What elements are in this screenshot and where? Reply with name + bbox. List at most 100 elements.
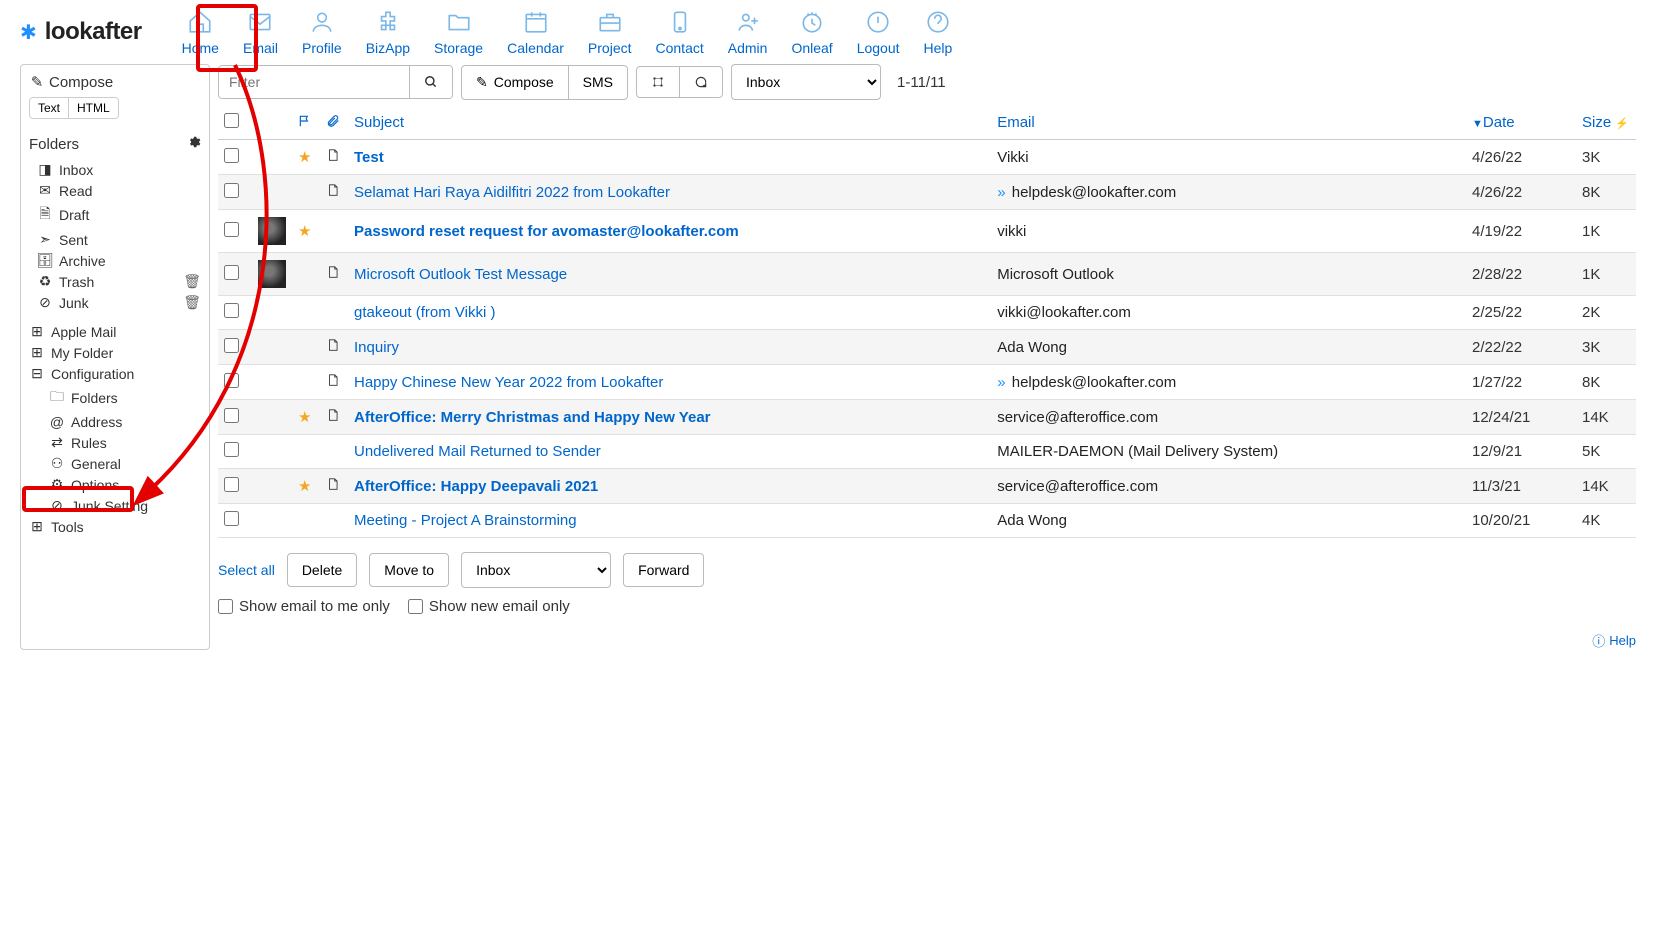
- star-icon[interactable]: ★: [298, 409, 311, 426]
- tree-tools[interactable]: ⊞Tools: [29, 516, 201, 537]
- tree-address[interactable]: @Address: [29, 412, 201, 432]
- table-row[interactable]: Meeting - Project A Brainstorming Ada Wo…: [218, 504, 1636, 538]
- compose-link[interactable]: ✎ Compose: [29, 73, 201, 91]
- row-checkbox[interactable]: [224, 222, 239, 237]
- nav-profile[interactable]: Profile: [302, 8, 342, 56]
- table-row[interactable]: ★ Password reset request for avomaster@l…: [218, 210, 1636, 253]
- star-icon[interactable]: ★: [298, 478, 311, 495]
- tree-my-folder[interactable]: ⊞My Folder: [29, 342, 201, 363]
- folder-select[interactable]: Inbox: [731, 64, 881, 100]
- document-icon: [326, 410, 340, 427]
- folder-read[interactable]: ✉Read: [29, 180, 201, 201]
- table-row[interactable]: ★ AfterOffice: Happy Deepavali 2021 serv…: [218, 469, 1636, 504]
- move-to-select[interactable]: Inbox: [461, 552, 611, 588]
- compose-button[interactable]: ✎ Compose: [461, 65, 569, 100]
- sms-button[interactable]: SMS: [569, 65, 628, 100]
- row-checkbox[interactable]: [224, 148, 239, 163]
- show-email-to-me-toggle[interactable]: Show email to me only: [218, 598, 390, 615]
- col-email[interactable]: Email: [991, 106, 1466, 140]
- star-icon[interactable]: ★: [298, 223, 311, 240]
- settings-button[interactable]: [636, 66, 680, 98]
- tree-configuration[interactable]: ⊟Configuration: [29, 363, 201, 384]
- message-subject[interactable]: gtakeout (from Vikki ): [354, 304, 495, 321]
- table-row[interactable]: Happy Chinese New Year 2022 from Lookaft…: [218, 365, 1636, 400]
- tree-general[interactable]: ⚇General: [29, 453, 201, 474]
- forward-button[interactable]: Forward: [623, 553, 704, 587]
- tree-folders[interactable]: 🗀Folders: [29, 384, 201, 412]
- trash-icon[interactable]: 🗑: [183, 294, 201, 311]
- nav-email[interactable]: Email: [243, 8, 278, 56]
- message-subject[interactable]: AfterOffice: Happy Deepavali 2021: [354, 478, 598, 495]
- folder-trash[interactable]: ♻Trash🗑: [29, 271, 201, 292]
- message-subject[interactable]: Meeting - Project A Brainstorming: [354, 512, 577, 529]
- nav-help[interactable]: Help: [924, 8, 953, 56]
- row-checkbox[interactable]: [224, 511, 239, 526]
- filter-input[interactable]: [219, 66, 409, 98]
- star-icon[interactable]: ★: [298, 149, 311, 166]
- message-subject[interactable]: Password reset request for avomaster@loo…: [354, 223, 739, 240]
- folder-draft[interactable]: 🗎Draft: [29, 201, 201, 229]
- message-date: 12/24/21: [1466, 400, 1576, 435]
- folder-junk[interactable]: ⊘Junk🗑: [29, 292, 201, 313]
- briefcase-icon: [596, 8, 624, 36]
- message-subject[interactable]: Inquiry: [354, 339, 399, 356]
- nav-home[interactable]: Home: [182, 8, 219, 56]
- table-row[interactable]: Microsoft Outlook Test Message Microsoft…: [218, 253, 1636, 296]
- nav-calendar[interactable]: Calendar: [507, 8, 564, 56]
- nav-logout[interactable]: Logout: [857, 8, 900, 56]
- table-row[interactable]: Selamat Hari Raya Aidilfitri 2022 from L…: [218, 175, 1636, 210]
- table-row[interactable]: Inquiry Ada Wong 2/22/22 3K: [218, 330, 1636, 365]
- delete-button[interactable]: Delete: [287, 553, 357, 587]
- message-subject[interactable]: Happy Chinese New Year 2022 from Lookaft…: [354, 374, 663, 391]
- nav-admin[interactable]: Admin: [728, 8, 768, 56]
- tree-junk-setting[interactable]: ⊘Junk Setting: [29, 495, 201, 516]
- col-subject[interactable]: Subject: [348, 106, 991, 140]
- row-checkbox[interactable]: [224, 373, 239, 388]
- compose-text-button[interactable]: Text: [30, 98, 68, 118]
- message-subject[interactable]: AfterOffice: Merry Christmas and Happy N…: [354, 409, 711, 426]
- table-row[interactable]: gtakeout (from Vikki ) vikki@lookafter.c…: [218, 296, 1636, 330]
- compose-html-button[interactable]: HTML: [68, 98, 118, 118]
- col-date[interactable]: ▼Date: [1466, 106, 1576, 140]
- folder-inbox[interactable]: ◨Inbox: [29, 159, 201, 180]
- folder-sent[interactable]: ➣Sent: [29, 229, 201, 250]
- nav-project[interactable]: Project: [588, 8, 632, 56]
- move-to-button[interactable]: Move to: [369, 553, 449, 587]
- row-checkbox[interactable]: [224, 477, 239, 492]
- folders-gear-icon[interactable]: [187, 135, 201, 153]
- refresh-button[interactable]: [680, 66, 723, 98]
- row-checkbox[interactable]: [224, 408, 239, 423]
- col-size[interactable]: Size ⚡: [1576, 106, 1636, 140]
- table-row[interactable]: ★ Test Vikki 4/26/22 3K: [218, 140, 1636, 175]
- message-subject[interactable]: Selamat Hari Raya Aidilfitri 2022 from L…: [354, 184, 670, 201]
- message-size: 1K: [1576, 210, 1636, 253]
- help-link[interactable]: ⓘ Help: [218, 631, 1636, 650]
- tree-rules[interactable]: ⇄Rules: [29, 432, 201, 453]
- row-checkbox[interactable]: [224, 338, 239, 353]
- folder-archive[interactable]: 🗄Archive: [29, 250, 201, 271]
- select-all-link[interactable]: Select all: [218, 562, 275, 578]
- row-checkbox[interactable]: [224, 303, 239, 318]
- message-subject[interactable]: Test: [354, 149, 384, 166]
- row-checkbox[interactable]: [224, 265, 239, 280]
- message-subject[interactable]: Microsoft Outlook Test Message: [354, 266, 567, 283]
- table-row[interactable]: ★ AfterOffice: Merry Christmas and Happy…: [218, 400, 1636, 435]
- nav-storage[interactable]: Storage: [434, 8, 483, 56]
- folder-icon: 🗀: [49, 386, 65, 410]
- nav-contact[interactable]: Contact: [656, 8, 704, 56]
- col-attachment[interactable]: [320, 106, 348, 140]
- tree-options[interactable]: ⚙Options: [29, 474, 201, 495]
- row-checkbox[interactable]: [224, 183, 239, 198]
- message-date: 2/28/22: [1466, 253, 1576, 296]
- table-row[interactable]: Undelivered Mail Returned to Sender MAIL…: [218, 435, 1636, 469]
- trash-icon[interactable]: 🗑: [183, 273, 201, 290]
- message-subject[interactable]: Undelivered Mail Returned to Sender: [354, 443, 601, 460]
- show-new-email-toggle[interactable]: Show new email only: [408, 598, 570, 615]
- select-all-checkbox[interactable]: [224, 113, 239, 128]
- row-checkbox[interactable]: [224, 442, 239, 457]
- col-flag[interactable]: [292, 106, 320, 140]
- nav-onleaf[interactable]: Onleaf: [791, 8, 832, 56]
- tree-apple-mail[interactable]: ⊞Apple Mail: [29, 321, 201, 342]
- search-button[interactable]: [409, 66, 452, 98]
- nav-bizapp[interactable]: BizApp: [366, 8, 410, 56]
